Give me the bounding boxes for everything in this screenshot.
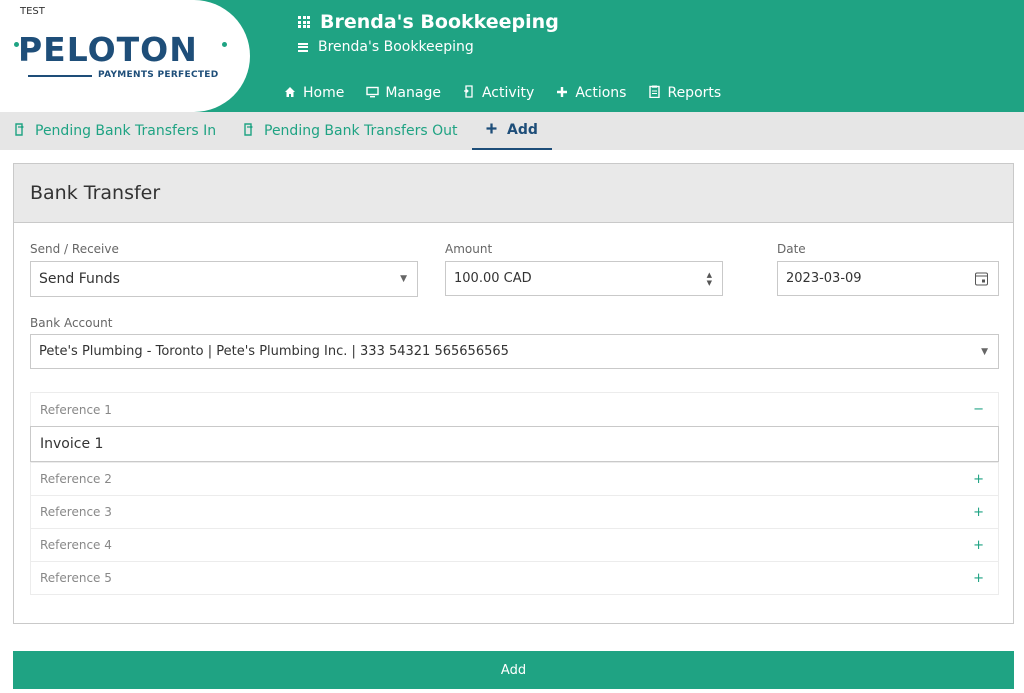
document-arrow-icon: [462, 85, 476, 101]
tab-pending-out-label: Pending Bank Transfers Out: [264, 123, 458, 139]
transfer-doc-icon: [243, 123, 254, 139]
bank-transfer-panel: Bank Transfer Send / Receive Send Funds …: [13, 163, 1014, 624]
org-subtitle[interactable]: Brenda's Bookkeeping: [298, 39, 474, 55]
nav-activity[interactable]: Activity: [462, 85, 534, 101]
plus-icon: [486, 123, 497, 137]
add-button[interactable]: Add: [13, 651, 1014, 689]
tab-add-label: Add: [507, 122, 538, 138]
plus-icon: [555, 86, 569, 101]
reference-2-header[interactable]: Reference 2 +: [31, 462, 998, 495]
nav-actions-label: Actions: [575, 85, 627, 101]
nav-manage-label: Manage: [385, 85, 441, 101]
logo-line: [28, 75, 92, 77]
nav-activity-label: Activity: [481, 85, 535, 101]
logo-wordmark: PELOTON: [18, 30, 198, 69]
logo-area: TEST PELOTON PAYMENTS PERFECTED: [0, 0, 250, 112]
expand-icon[interactable]: +: [973, 472, 984, 487]
chevron-down-icon: ▼: [400, 274, 407, 284]
date-input[interactable]: 2023-03-09: [777, 261, 999, 296]
bank-account-label: Bank Account: [30, 316, 113, 330]
tab-pending-in-label: Pending Bank Transfers In: [35, 123, 217, 139]
amount-input[interactable]: 100.00 CAD ▲ ▼: [445, 261, 723, 296]
list-icon: [298, 42, 308, 52]
date-value: 2023-03-09: [786, 271, 862, 286]
nav-home[interactable]: Home: [283, 85, 344, 101]
references-list: Reference 1 − Invoice 1 Reference 2 + Re…: [30, 392, 999, 595]
clipboard-icon: [647, 85, 661, 101]
org-title-text: Brenda's Bookkeeping: [320, 11, 559, 33]
expand-icon[interactable]: +: [973, 505, 984, 520]
reference-1-value: Invoice 1: [40, 436, 104, 452]
panel-title: Bank Transfer: [14, 164, 1013, 223]
expand-icon[interactable]: +: [973, 538, 984, 553]
org-subtitle-text: Brenda's Bookkeeping: [318, 39, 474, 55]
nav-home-label: Home: [303, 85, 345, 101]
tab-pending-transfers-out[interactable]: Pending Bank Transfers Out: [243, 112, 457, 150]
stepper-icon[interactable]: ▲ ▼: [707, 271, 712, 287]
reference-5-header[interactable]: Reference 5 +: [31, 561, 998, 594]
reference-4-label: Reference 4: [40, 538, 112, 552]
amount-label: Amount: [445, 242, 493, 256]
reference-2-label: Reference 2: [40, 472, 112, 486]
calendar-icon[interactable]: [975, 272, 988, 285]
apps-grid-icon: [298, 16, 310, 28]
nav-reports-label: Reports: [667, 85, 722, 101]
tab-add[interactable]: Add: [472, 112, 552, 150]
reference-5-label: Reference 5: [40, 571, 112, 585]
expand-icon[interactable]: +: [973, 571, 984, 586]
reference-1-header[interactable]: Reference 1 −: [31, 393, 998, 426]
nav-actions[interactable]: Actions: [555, 85, 626, 101]
amount-value: 100.00 CAD: [454, 271, 532, 286]
top-navigation: Home Manage Activity Actions Reports: [283, 85, 721, 101]
nav-manage[interactable]: Manage: [365, 85, 441, 101]
org-title[interactable]: Brenda's Bookkeeping: [298, 11, 559, 33]
reference-3-label: Reference 3: [40, 505, 112, 519]
reference-1-input[interactable]: Invoice 1: [30, 426, 999, 462]
environment-tag: TEST: [20, 6, 45, 17]
logo-dot-right: [222, 42, 227, 47]
bank-account-value: Pete's Plumbing - Toronto | Pete's Plumb…: [39, 344, 509, 359]
send-receive-select[interactable]: Send Funds ▼: [30, 261, 418, 297]
reference-1-label: Reference 1: [40, 402, 112, 417]
monitor-icon: [365, 86, 379, 101]
home-icon: [283, 86, 297, 101]
date-label: Date: [777, 242, 806, 256]
collapse-icon[interactable]: −: [973, 402, 984, 417]
transfer-doc-icon: [14, 123, 25, 139]
reference-3-header[interactable]: Reference 3 +: [31, 495, 998, 528]
nav-reports[interactable]: Reports: [647, 85, 721, 101]
chevron-down-icon: ▼: [981, 346, 988, 357]
reference-4-header[interactable]: Reference 4 +: [31, 528, 998, 561]
send-receive-label: Send / Receive: [30, 242, 119, 256]
send-receive-value: Send Funds: [39, 271, 120, 287]
tab-pending-transfers-in[interactable]: Pending Bank Transfers In: [14, 112, 216, 150]
logo-tagline: PAYMENTS PERFECTED: [98, 70, 219, 80]
bank-account-select[interactable]: Pete's Plumbing - Toronto | Pete's Plumb…: [30, 334, 999, 369]
sub-tabs: Pending Bank Transfers In Pending Bank T…: [0, 112, 1024, 150]
app-header: TEST PELOTON PAYMENTS PERFECTED Brenda's…: [0, 0, 1024, 112]
